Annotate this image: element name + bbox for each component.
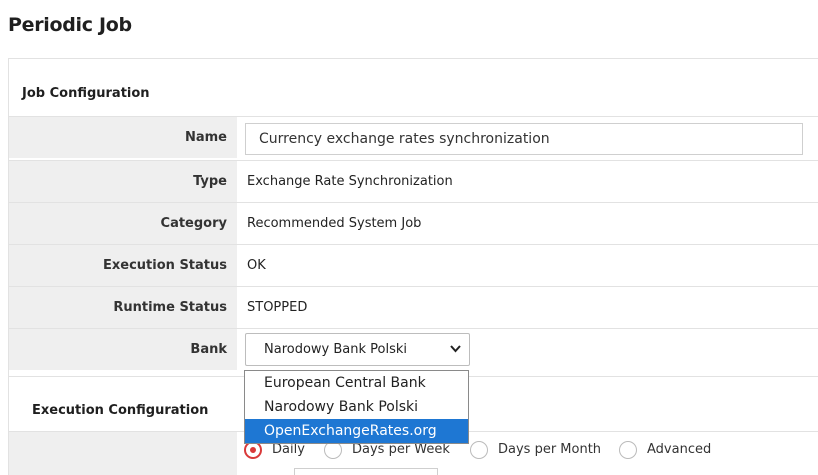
name-row: Name Currency exchange rates synchroniza… — [9, 116, 818, 158]
frequency-label-cell — [9, 431, 237, 475]
type-row: Type Exchange Rate Synchronization — [9, 160, 818, 202]
bank-row: Bank Narodowy Bank Polski — [9, 328, 818, 370]
type-label: Type — [9, 161, 237, 202]
bank-option-narodowy-bank-polski[interactable]: Narodowy Bank Polski — [245, 395, 468, 419]
job-configuration-heading: Job Configuration — [22, 86, 150, 101]
runtime-status-value: STOPPED — [247, 300, 308, 315]
category-value: Recommended System Job — [247, 216, 422, 231]
execution-status-row: Execution Status OK — [9, 244, 818, 286]
bank-select[interactable]: Narodowy Bank Polski — [245, 333, 470, 366]
bank-option-european-central-bank[interactable]: European Central Bank — [245, 371, 468, 395]
page-title: Periodic Job — [8, 14, 132, 36]
runtime-status-row: Runtime Status STOPPED — [9, 286, 818, 328]
radio-days-per-week-label: Days per Week — [352, 442, 450, 457]
type-value: Exchange Rate Synchronization — [247, 174, 453, 189]
radio-days-per-month-label: Days per Month — [498, 442, 602, 457]
bank-dropdown-list: European Central Bank Narodowy Bank Pols… — [244, 370, 469, 444]
radio-advanced-label: Advanced — [647, 442, 712, 457]
category-row: Category Recommended System Job — [9, 202, 818, 244]
radio-daily-label: Daily — [272, 442, 305, 457]
radio-unselected-icon — [470, 441, 488, 459]
name-input[interactable]: Currency exchange rates synchronization — [245, 123, 803, 155]
bank-select-value: Narodowy Bank Polski — [264, 342, 408, 357]
execution-configuration-heading: Execution Configuration — [32, 403, 209, 418]
bank-label: Bank — [9, 329, 237, 370]
execution-status-label: Execution Status — [9, 245, 237, 286]
bank-option-openexchangerates[interactable]: OpenExchangeRates.org — [245, 419, 468, 443]
radio-unselected-icon — [619, 441, 637, 459]
category-label: Category — [9, 203, 237, 244]
execution-status-value: OK — [247, 258, 266, 273]
name-label: Name — [9, 117, 237, 158]
runtime-status-label: Runtime Status — [9, 287, 237, 328]
time-input[interactable] — [294, 468, 438, 475]
